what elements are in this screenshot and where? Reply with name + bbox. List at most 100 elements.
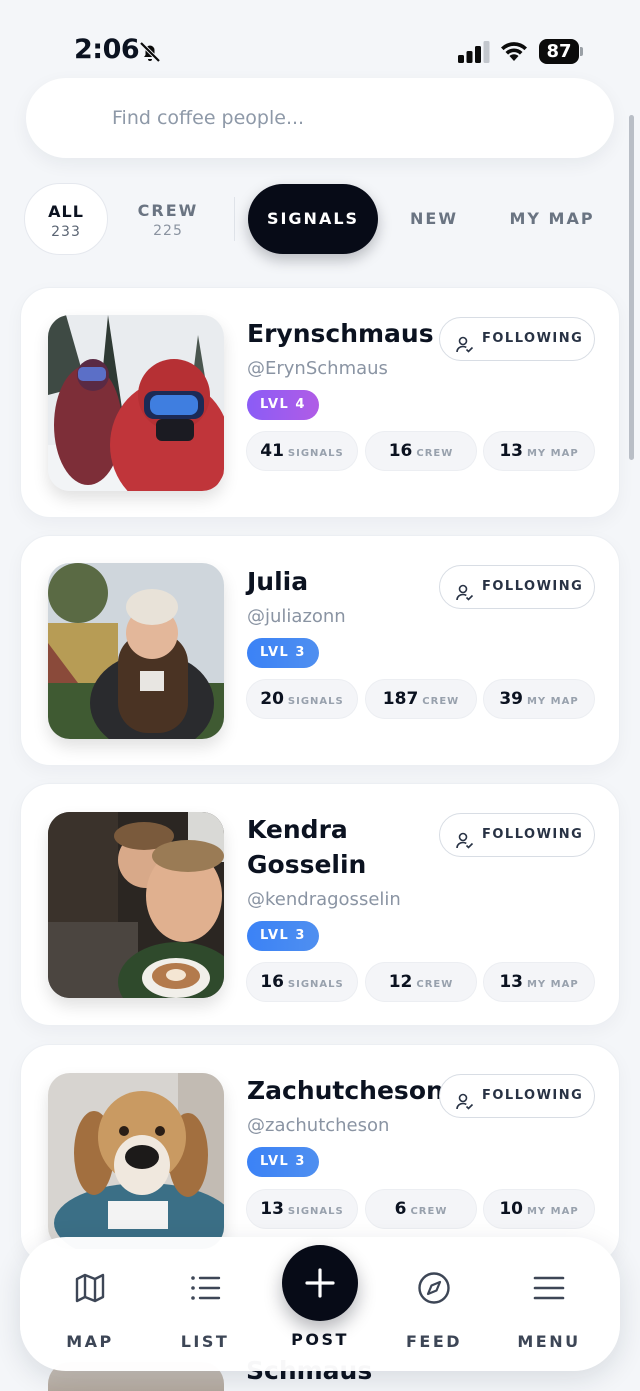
following-label: FOLLOWING	[482, 1088, 584, 1103]
nav-feed[interactable]: FEED	[379, 1237, 489, 1371]
my-map-unit: MY MAP	[526, 1206, 579, 1217]
tab-my-map[interactable]: MY MAP	[506, 184, 598, 254]
tab-divider	[234, 197, 235, 241]
signals-count: 16	[260, 972, 284, 992]
my-map-stat: 13 MY MAP	[483, 431, 595, 471]
person-name: Kendra Gosselin	[247, 815, 367, 879]
signals-unit: SIGNALS	[287, 696, 344, 707]
level-badge: LVL 4	[247, 390, 319, 420]
battery-tip	[580, 47, 583, 56]
following-label: FOLLOWING	[482, 827, 584, 842]
signals-count: 13	[260, 1199, 284, 1219]
nav-post-label: POST	[291, 1330, 349, 1349]
avatar	[48, 315, 224, 491]
post-button[interactable]	[282, 1245, 358, 1321]
nav-list[interactable]: LIST	[150, 1237, 260, 1371]
cellular-signal-icon	[458, 41, 490, 67]
my-map-unit: MY MAP	[526, 696, 579, 707]
following-label: FOLLOWING	[482, 579, 584, 594]
crew-unit: CREW	[416, 448, 454, 459]
crew-stat: 187 CREW	[365, 679, 477, 719]
my-map-stat: 13 MY MAP	[483, 962, 595, 1002]
tab-crew[interactable]: CREW 225	[128, 183, 208, 255]
signals-unit: SIGNALS	[287, 1206, 344, 1217]
nav-menu[interactable]: MENU	[494, 1237, 604, 1371]
person-handle: @kendragosselin	[247, 889, 401, 910]
following-button[interactable]: FOLLOWING	[439, 317, 595, 361]
nav-list-label: LIST	[180, 1332, 230, 1351]
person-card[interactable]: Kendra Gosselin @kendragosselin LVL 3 FO…	[20, 783, 620, 1026]
search-input[interactable]	[112, 98, 582, 138]
user-check-icon	[456, 330, 474, 372]
tab-signals[interactable]: SIGNALS	[248, 184, 378, 254]
tab-all-count: 233	[51, 224, 81, 240]
avatar	[48, 563, 224, 739]
level-badge: LVL 3	[247, 638, 319, 668]
crew-count: 16	[388, 441, 413, 461]
scrollbar[interactable]	[629, 115, 634, 460]
following-label: FOLLOWING	[482, 331, 584, 346]
crew-unit: CREW	[410, 1206, 448, 1217]
signals-stat: 13 SIGNALS	[246, 1189, 358, 1229]
user-check-icon	[456, 1087, 474, 1129]
list-icon	[188, 1271, 222, 1309]
crew-unit: CREW	[416, 979, 454, 990]
nav-menu-label: MENU	[517, 1332, 581, 1351]
tab-all-label: ALL	[48, 202, 84, 221]
search-bar[interactable]	[26, 78, 614, 158]
nav-map[interactable]: MAP	[35, 1237, 145, 1371]
tab-all[interactable]: ALL 233	[24, 183, 108, 255]
crew-unit: CREW	[422, 696, 460, 707]
crew-count: 12	[388, 972, 413, 992]
avatar	[48, 812, 224, 998]
tab-new[interactable]: NEW	[402, 184, 466, 254]
tab-crew-count: 225	[153, 223, 183, 239]
nav-map-label: MAP	[66, 1332, 114, 1351]
person-name: Zachutcheson	[247, 1076, 444, 1105]
map-icon	[73, 1271, 107, 1309]
plus-icon	[305, 1268, 335, 1298]
signals-count: 20	[260, 689, 284, 709]
my-map-count: 39	[499, 689, 523, 709]
bottom-nav: MAP LIST POST FEED MENU	[20, 1237, 620, 1371]
crew-stat: 12 CREW	[365, 962, 477, 1002]
nav-feed-label: FEED	[405, 1332, 463, 1351]
user-check-icon	[456, 578, 474, 620]
level-badge: LVL 3	[247, 921, 319, 951]
person-handle: @juliazonn	[247, 606, 346, 627]
my-map-count: 10	[499, 1199, 523, 1219]
signals-stat: 16 SIGNALS	[246, 962, 358, 1002]
person-card[interactable]: Zachutcheson @zachutcheson LVL 3 FOLLOWI…	[20, 1044, 620, 1264]
battery-indicator: 87	[539, 39, 579, 64]
tab-crew-label: CREW	[137, 201, 199, 220]
my-map-stat: 10 MY MAP	[483, 1189, 595, 1229]
crew-count: 187	[382, 689, 419, 709]
signals-unit: SIGNALS	[287, 979, 344, 990]
my-map-count: 13	[499, 972, 523, 992]
signals-count: 41	[260, 441, 284, 461]
following-button[interactable]: FOLLOWING	[439, 1074, 595, 1118]
my-map-unit: MY MAP	[526, 979, 579, 990]
following-button[interactable]: FOLLOWING	[439, 565, 595, 609]
user-check-icon	[456, 826, 474, 868]
menu-icon	[532, 1271, 566, 1309]
person-handle: @zachutcheson	[247, 1115, 390, 1136]
signals-stat: 41 SIGNALS	[246, 431, 358, 471]
person-name: Julia	[247, 567, 309, 596]
person-handle: @ErynSchmaus	[247, 358, 388, 379]
level-badge: LVL 3	[247, 1147, 319, 1177]
crew-stat: 6 CREW	[365, 1189, 477, 1229]
my-map-unit: MY MAP	[526, 448, 579, 459]
avatar	[48, 1073, 224, 1249]
following-button[interactable]: FOLLOWING	[439, 813, 595, 857]
person-card[interactable]: Julia @juliazonn LVL 3 FOLLOWING 20 SIGNA…	[20, 535, 620, 766]
signals-stat: 20 SIGNALS	[246, 679, 358, 719]
wifi-icon	[499, 38, 529, 66]
crew-stat: 16 CREW	[365, 431, 477, 471]
my-map-count: 13	[499, 441, 523, 461]
status-time: 2:06	[74, 34, 140, 65]
person-name: Erynschmaus	[247, 319, 434, 348]
person-card[interactable]: Erynschmaus @ErynSchmaus LVL 4 FOLLOWING…	[20, 287, 620, 518]
people-screen: 2:06 87 ALL 233 CREW 225 SIGNALS NEW MY …	[0, 0, 640, 1391]
my-map-stat: 39 MY MAP	[483, 679, 595, 719]
